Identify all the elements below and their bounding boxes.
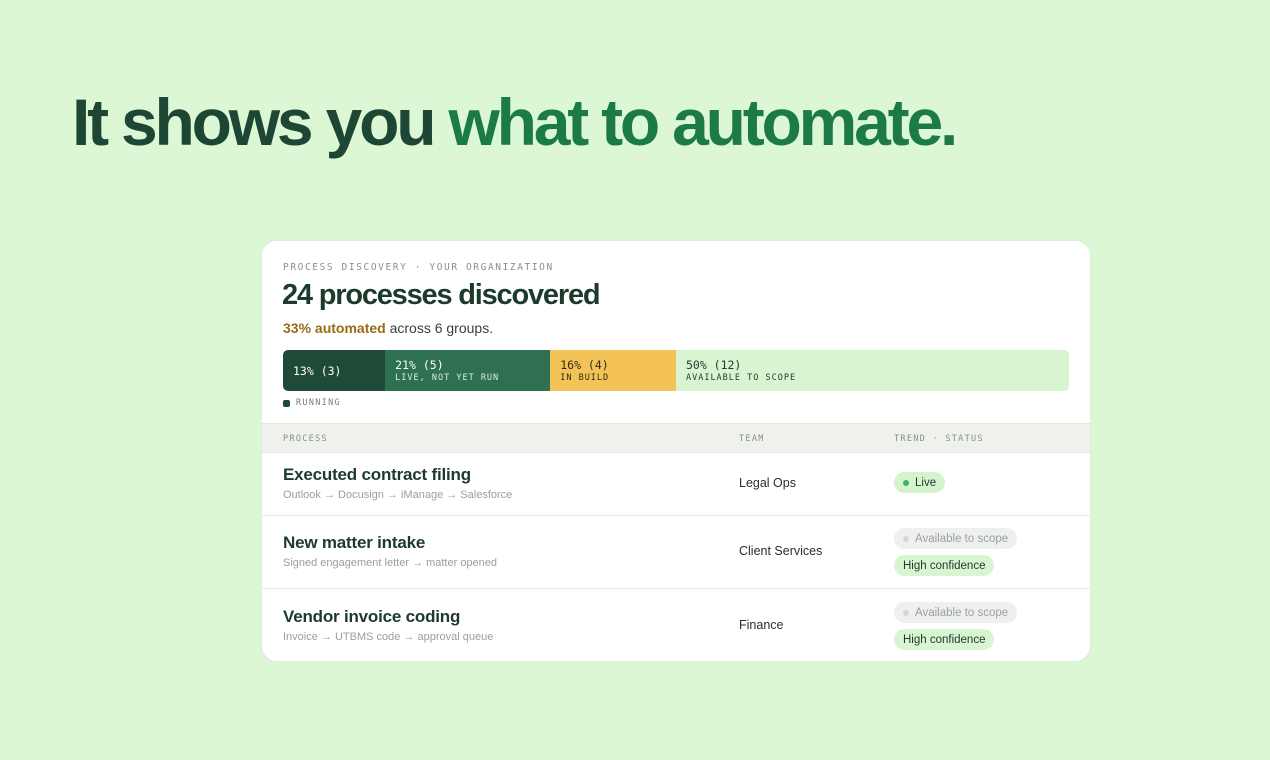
status-badge-available: Available to scope [894, 528, 1018, 549]
table-row[interactable]: New matter intake Signed engagement lett… [262, 515, 1090, 589]
confidence-badge: High confidence [894, 555, 995, 576]
bar-segment-in-build[interactable]: 16% (4) IN BUILD [550, 350, 676, 391]
segment-value: 21% (5) [395, 357, 444, 372]
process-team: Legal Ops [739, 476, 796, 490]
process-name: Executed contract filing [283, 465, 471, 484]
column-header-process: PROCESS [283, 434, 328, 444]
bar-segment-available-to-scope[interactable]: 50% (12) AVAILABLE TO SCOPE [675, 350, 1069, 391]
confidence-badge: High confidence [894, 629, 995, 650]
headline-prefix: It shows you [72, 85, 437, 159]
table-header: PROCESS TEAM TREND · STATUS [262, 423, 1090, 453]
subline-rest: across 6 groups. [385, 320, 494, 336]
process-discovery-card: PROCESS DISCOVERY · YOUR ORGANIZATION 24… [261, 240, 1091, 662]
status-label: Available to scope [915, 606, 1009, 619]
progress-breakdown-bar: 13% (3) 21% (5) LIVE, NOT YET RUN 16% (4… [283, 350, 1069, 391]
headline: It shows you what to automate. [72, 82, 958, 162]
automated-percent: 33% automated [283, 320, 386, 336]
segment-label: AVAILABLE TO SCOPE [685, 372, 797, 383]
status-label: Available to scope [915, 532, 1009, 545]
card-eyebrow: PROCESS DISCOVERY · YOUR ORGANIZATION [283, 262, 554, 273]
legend-label: RUNNING [296, 398, 341, 408]
process-team: Client Services [739, 544, 823, 558]
process-name: Vendor invoice coding [283, 607, 461, 626]
process-path: Invoice → UTBMS code → approval queue [283, 631, 494, 643]
status-dot-icon [903, 535, 909, 542]
status-badge-available: Available to scope [894, 602, 1018, 623]
confidence-label: High confidence [903, 559, 986, 572]
segment-value: 13% (3) [293, 363, 342, 378]
table-row[interactable]: Vendor invoice coding Invoice → UTBMS co… [262, 588, 1090, 661]
process-path: Signed engagement letter → matter opened [283, 557, 498, 569]
process-name: New matter intake [283, 533, 426, 552]
headline-accent: what to automate. [448, 85, 958, 159]
segment-label: IN BUILD [560, 372, 610, 383]
bar-legend: RUNNING [283, 398, 341, 408]
status-dot-icon [903, 609, 909, 616]
segment-value: 50% (12) [685, 357, 742, 372]
segment-value: 16% (4) [560, 357, 609, 372]
process-path: Outlook → Docusign → iManage → Salesforc… [283, 489, 513, 501]
process-team: Finance [739, 618, 784, 632]
card-subline: 33% automated across 6 groups. [283, 320, 493, 336]
bar-segment-running[interactable]: 13% (3) [283, 350, 386, 391]
segment-label: LIVE, NOT YET RUN [395, 372, 500, 383]
confidence-label: High confidence [903, 633, 986, 646]
status-label: Live [915, 476, 937, 489]
card-title: 24 processes discovered [282, 279, 601, 311]
status-badge-live: Live [894, 472, 946, 493]
table-row[interactable]: Executed contract filing Outlook → Docus… [262, 452, 1090, 516]
legend-swatch [283, 399, 290, 407]
column-header-team: TEAM [739, 434, 765, 444]
column-header-status: TREND · STATUS [894, 434, 984, 444]
status-dot-icon [903, 479, 909, 486]
bar-segment-live-not-run[interactable]: 21% (5) LIVE, NOT YET RUN [385, 350, 551, 391]
